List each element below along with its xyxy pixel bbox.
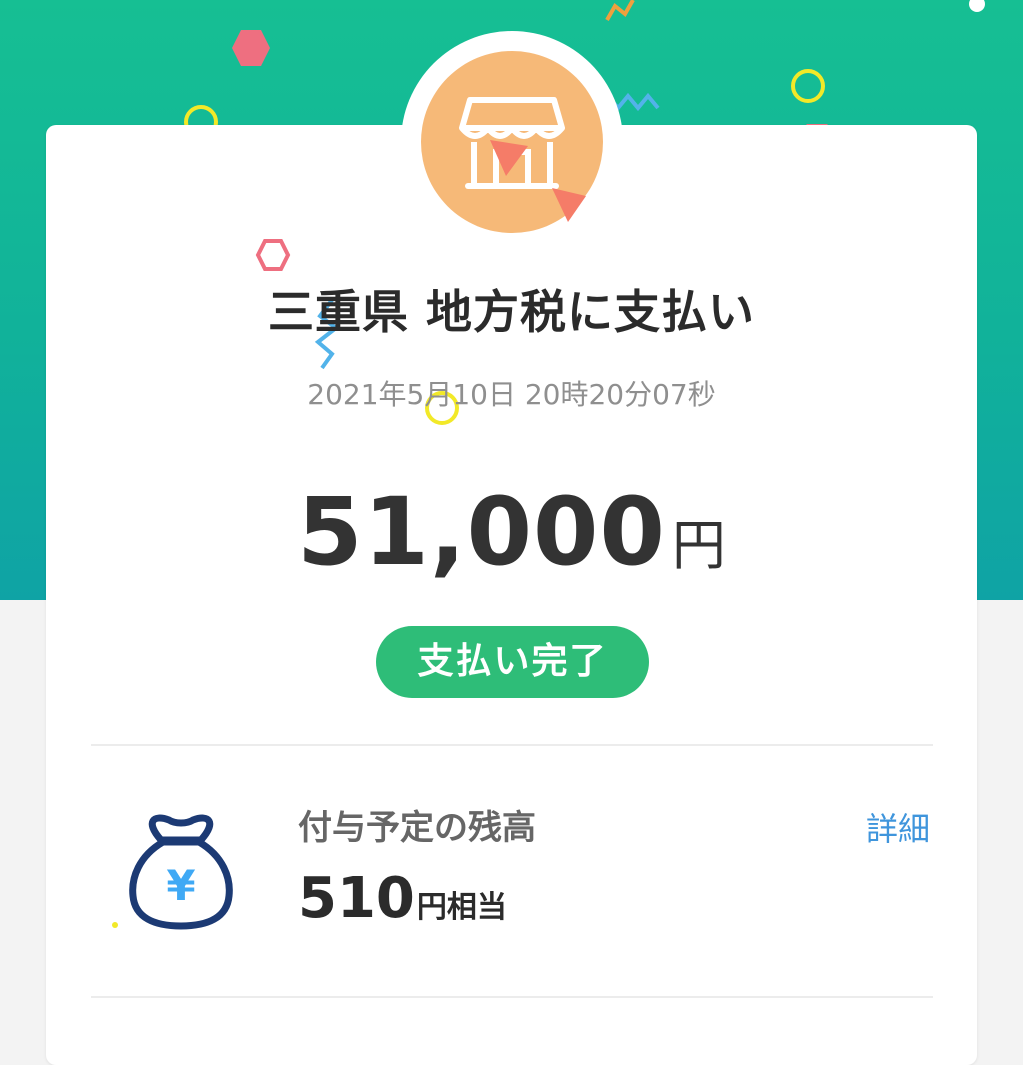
money-bag-yen-icon: ¥ bbox=[125, 812, 237, 934]
amount-currency: 円 bbox=[671, 514, 726, 577]
confetti-triangle bbox=[552, 188, 586, 222]
reward-unit: 円相当 bbox=[416, 890, 507, 925]
payment-amount: 51,000 円 bbox=[0, 478, 1023, 587]
confetti-triangle bbox=[490, 140, 528, 176]
svg-text:¥: ¥ bbox=[166, 861, 195, 910]
reward-label: 付与予定の残高 bbox=[298, 808, 536, 848]
divider bbox=[91, 744, 933, 746]
confetti-zigzag bbox=[605, 0, 635, 21]
payment-timestamp: 2021年5月10日 20時20分07秒 bbox=[307, 378, 716, 411]
payment-title: 三重県 地方税に支払い bbox=[267, 285, 755, 339]
confetti-hexagon-large bbox=[232, 30, 270, 66]
detail-link[interactable]: 詳細 bbox=[866, 804, 930, 850]
confetti-ring bbox=[791, 69, 825, 103]
confetti-hexagon-outline bbox=[255, 239, 291, 271]
reward-amount: 510円相当 bbox=[298, 866, 507, 931]
confetti-dot bbox=[112, 922, 118, 928]
divider bbox=[91, 996, 933, 998]
confetti-dot bbox=[969, 0, 985, 12]
status-badge: 支払い完了 bbox=[376, 626, 649, 698]
reward-value: 510 bbox=[298, 866, 415, 931]
amount-value: 51,000 bbox=[297, 478, 666, 587]
